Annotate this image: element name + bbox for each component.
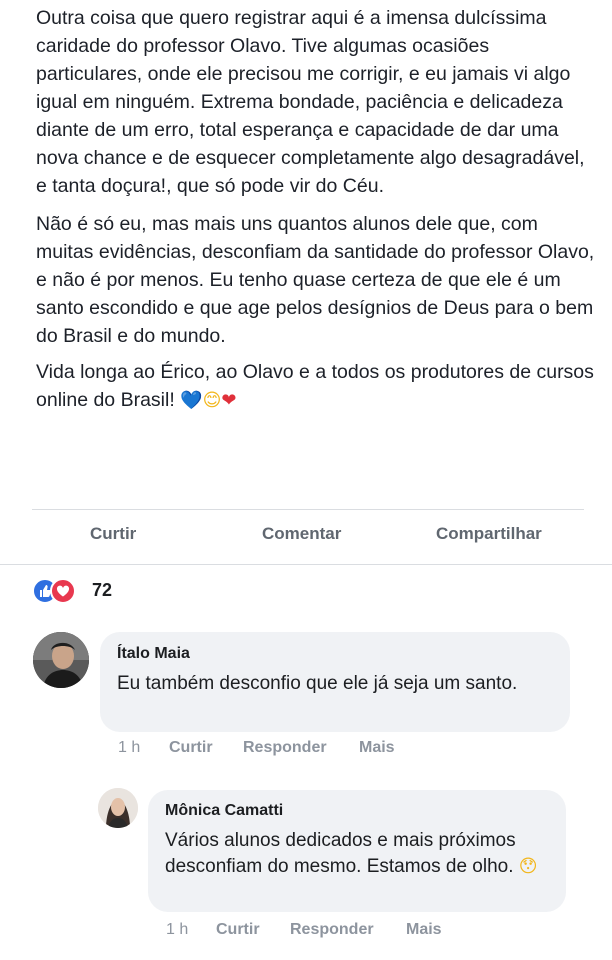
comment-author[interactable]: Mônica Camatti (165, 802, 283, 820)
post-body: Outra coisa que quero registrar aqui é a… (36, 4, 596, 423)
comment-more-link[interactable]: Mais (406, 921, 442, 939)
avatar[interactable] (33, 632, 89, 688)
red-heart-emoji: ❤ (221, 390, 237, 411)
comment-meta: 1 h Curtir Responder Mais (166, 921, 566, 943)
comment-more-link[interactable]: Mais (359, 739, 395, 757)
comment-bubble: Mônica Camatti Vários alunos dedicados e… (148, 790, 566, 912)
post-action-bar: Curtir Comentar Compartilhar (0, 512, 612, 558)
post-paragraph-3-text: Vida longa ao Érico, ao Olavo e a todos … (36, 361, 594, 411)
comment-meta: 1 h Curtir Responder Mais (118, 739, 558, 761)
comment-text-body: Vários alunos dedicados e mais próximos … (165, 830, 516, 877)
reaction-count: 72 (92, 580, 113, 600)
divider-bottom (0, 564, 612, 565)
comment-reply-link[interactable]: Responder (243, 739, 327, 757)
comment-author[interactable]: Ítalo Maia (117, 645, 190, 663)
comment-reply-link[interactable]: Responder (290, 921, 374, 939)
blue-heart-emoji: 💙 (180, 390, 203, 411)
smile-emoji: 😊 (202, 390, 222, 411)
post-paragraph-1: Outra coisa que quero registrar aqui é a… (36, 7, 585, 197)
love-icon (50, 578, 76, 604)
surprised-emoji: 😯 (518, 856, 538, 877)
comment-like-link[interactable]: Curtir (169, 739, 213, 757)
avatar[interactable] (98, 788, 138, 828)
post-paragraph-2: Não é só eu, mas mais uns quantos alunos… (36, 213, 595, 347)
comment-time: 1 h (166, 921, 189, 938)
post-paragraph-3: Vida longa ao Érico, ao Olavo e a todos … (36, 358, 596, 415)
comment-time: 1 h (118, 739, 141, 756)
comment-like-link[interactable]: Curtir (216, 921, 260, 939)
comment-text: Vários alunos dedicados e mais próximos … (165, 828, 555, 880)
divider-top (32, 509, 584, 510)
comment-bubble: Ítalo Maia Eu também desconfio que ele j… (100, 632, 570, 732)
share-button[interactable]: Compartilhar (436, 524, 542, 544)
comment-text: Eu também desconfio que ele já seja um s… (117, 673, 518, 694)
like-button[interactable]: Curtir (90, 524, 136, 544)
comment-button[interactable]: Comentar (262, 524, 341, 544)
